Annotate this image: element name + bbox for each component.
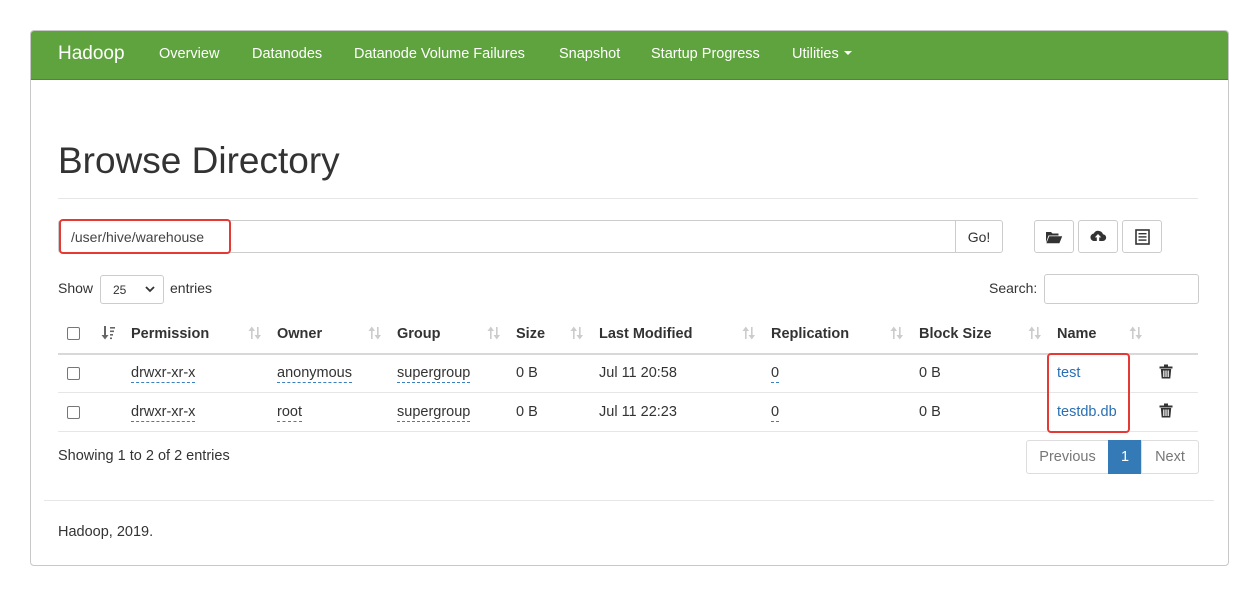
column-header-group[interactable]: Group [397,326,441,342]
row-checkbox[interactable] [67,367,80,380]
sort-icon[interactable] [486,325,502,341]
go-button[interactable]: Go! [955,220,1003,253]
sort-icon[interactable] [1027,325,1043,341]
column-header-replication[interactable]: Replication [771,326,849,342]
create-directory-button[interactable] [1034,220,1074,253]
group-cell[interactable]: supergroup [397,365,471,383]
last-modified-cell: Jul 11 22:23 [599,404,677,420]
name-link[interactable]: test [1057,365,1080,381]
name-link[interactable]: testdb.db [1057,404,1117,420]
cloud-upload-icon [1090,230,1107,242]
table-info: Showing 1 to 2 of 2 entries [58,448,230,464]
nav-startup-progress[interactable]: Startup Progress [651,46,760,62]
nav-utilities-dropdown[interactable]: Utilities [792,46,852,62]
replication-cell[interactable]: 0 [771,404,780,422]
trash-icon[interactable] [1159,364,1173,379]
table-header-divider [58,353,1198,355]
sort-icon[interactable] [741,325,757,341]
column-header-name[interactable]: Name [1057,326,1097,342]
entries-per-page-value: 25 [113,282,127,297]
footer-text: Hadoop, 2019. [58,524,154,540]
nav-utilities-label: Utilities [792,46,839,62]
replication-cell[interactable]: 0 [771,365,780,383]
upload-button[interactable] [1078,220,1118,253]
sort-icon[interactable] [569,325,585,341]
sort-icon[interactable] [1128,325,1144,341]
sort-icon[interactable] [889,325,905,341]
pagination-page-1[interactable]: 1 [1108,440,1142,474]
cut-paste-button[interactable] [1122,220,1162,253]
show-label: Show [58,280,94,296]
entries-label: entries [170,280,213,296]
permission-cell[interactable]: drwxr-xr-x [131,404,196,422]
page-title: Browse Directory [58,140,340,181]
nav-brand[interactable]: Hadoop [58,43,125,65]
folder-open-icon [1046,231,1063,243]
column-header-size[interactable]: Size [516,326,545,342]
sort-icon[interactable] [247,325,263,341]
list-alt-icon [1134,228,1150,245]
entries-per-page-select[interactable]: 25 [100,275,164,304]
sort-icon[interactable] [367,325,383,341]
search-input[interactable] [1044,274,1199,304]
row-divider [58,392,1198,393]
nav-datanodes[interactable]: Datanodes [252,46,322,62]
row-divider [58,431,1198,432]
block-size-cell: 0 B [919,404,941,420]
title-divider [58,198,1198,199]
permission-cell[interactable]: drwxr-xr-x [131,365,196,383]
pagination-next[interactable]: Next [1141,440,1199,474]
owner-cell[interactable]: anonymous [277,365,352,383]
column-header-block-size[interactable]: Block Size [919,326,992,342]
nav-overview[interactable]: Overview [159,46,219,62]
nav-datanode-volume-failures[interactable]: Datanode Volume Failures [354,46,525,62]
sort-desc-icon[interactable] [101,325,117,341]
chevron-down-icon [145,286,155,293]
select-all-checkbox[interactable] [67,327,80,340]
size-cell: 0 B [516,404,538,420]
column-header-owner[interactable]: Owner [277,326,322,342]
group-cell[interactable]: supergroup [397,404,471,422]
last-modified-cell: Jul 11 20:58 [599,365,677,381]
column-header-permission[interactable]: Permission [131,326,209,342]
nav-snapshot[interactable]: Snapshot [559,46,620,62]
caret-down-icon [843,51,852,55]
navbar: Hadoop Overview Datanodes Datanode Volum… [31,31,1228,80]
row-checkbox[interactable] [67,406,80,419]
search-label: Search: [989,280,1038,296]
size-cell: 0 B [516,365,538,381]
footer-divider [44,500,1214,501]
column-header-last-modified[interactable]: Last Modified [599,326,692,342]
block-size-cell: 0 B [919,365,941,381]
trash-icon[interactable] [1159,403,1173,418]
owner-cell[interactable]: root [277,404,302,422]
directory-path-input[interactable] [58,220,956,253]
pagination-previous[interactable]: Previous [1026,440,1109,474]
